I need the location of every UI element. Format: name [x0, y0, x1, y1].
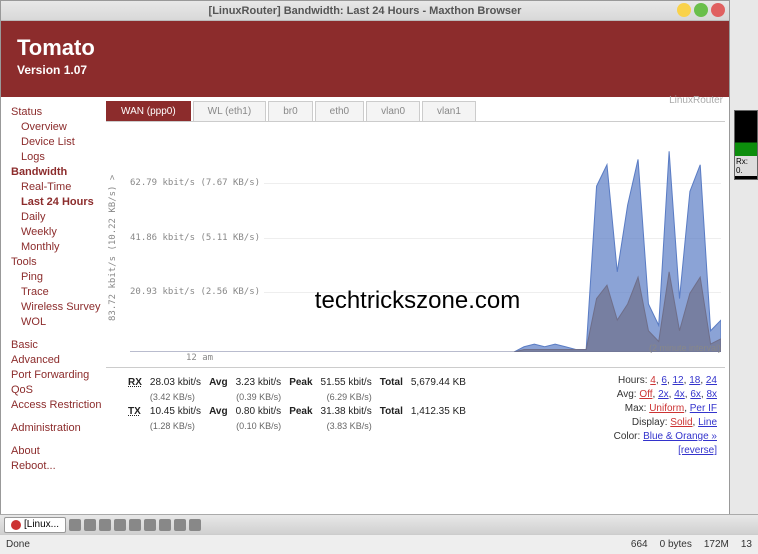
app-version: Version 1.07: [17, 63, 713, 77]
bandwidth-chart: 83.72 kbit/s (10.22 KB/s) > 20.93 kbit/s…: [106, 128, 725, 368]
status-mem: 172M: [704, 539, 729, 550]
taskbar-item[interactable]: [Linux...: [4, 517, 66, 533]
control-option[interactable]: Uniform: [649, 403, 684, 414]
minimize-icon[interactable]: [677, 3, 691, 17]
reverse-link[interactable]: [reverse]: [678, 445, 717, 456]
sidebar-item[interactable]: Access Restriction: [11, 398, 106, 413]
bandwidth-widget[interactable]: Rx: 0.: [734, 110, 758, 180]
sidebar-item[interactable]: Weekly: [11, 225, 106, 240]
sidebar-item[interactable]: Tools: [11, 255, 106, 270]
control-option[interactable]: Off: [639, 389, 652, 400]
sidebar-item[interactable]: Reboot...: [11, 459, 106, 474]
status-count: 664: [631, 539, 648, 550]
iface-tab[interactable]: eth0: [315, 101, 364, 121]
control-option[interactable]: 2x: [658, 389, 669, 400]
iface-tab[interactable]: WL (eth1): [193, 101, 267, 121]
status-done: Done: [6, 539, 30, 550]
sidebar-item[interactable]: Device List: [11, 135, 106, 150]
control-option[interactable]: 4: [650, 375, 656, 386]
browser-icon: [11, 520, 21, 530]
status-bytes: 0 bytes: [660, 539, 692, 550]
app-header: Tomato Version 1.07: [1, 21, 729, 97]
sidebar-item[interactable]: Real-Time: [11, 180, 106, 195]
tray-icon[interactable]: [69, 519, 81, 531]
x-axis-label: 12 am: [186, 353, 213, 363]
taskbar[interactable]: [Linux...: [0, 514, 758, 534]
iface-tab[interactable]: vlan0: [366, 101, 420, 121]
tray-icon[interactable]: [114, 519, 126, 531]
control-option[interactable]: Solid: [670, 417, 692, 428]
iface-tab[interactable]: WAN (ppp0): [106, 101, 191, 121]
tray-icon[interactable]: [84, 519, 96, 531]
sidebar-item[interactable]: Ping: [11, 270, 106, 285]
sidebar-item[interactable]: Administration: [11, 421, 106, 436]
sidebar-item[interactable]: Logs: [11, 150, 106, 165]
sidebar-item[interactable]: Status: [11, 105, 106, 120]
tray-icon[interactable]: [144, 519, 156, 531]
tray-icon[interactable]: [174, 519, 186, 531]
control-option[interactable]: 12: [673, 375, 684, 386]
sidebar-item[interactable]: Monthly: [11, 240, 106, 255]
router-name: LinuxRouter: [669, 95, 723, 106]
y-axis-label: 83.72 kbit/s (10.22 KB/s) >: [108, 128, 122, 367]
widget-rx: Rx: 0.: [735, 156, 757, 176]
chart-controls: Hours: 4, 6, 12, 18, 24Avg: Off, 2x, 4x,…: [614, 374, 725, 458]
sidebar-item[interactable]: Advanced: [11, 353, 106, 368]
sidebar: StatusOverviewDevice ListLogsBandwidthRe…: [1, 97, 106, 535]
widget-graph-icon: [735, 111, 757, 156]
control-option[interactable]: 6x: [690, 389, 701, 400]
sidebar-item[interactable]: Daily: [11, 210, 106, 225]
tray-icon[interactable]: [159, 519, 171, 531]
close-icon[interactable]: [711, 3, 725, 17]
control-option[interactable]: 18: [689, 375, 700, 386]
status-n: 13: [741, 539, 752, 550]
tray-icon[interactable]: [99, 519, 111, 531]
sidebar-item[interactable]: Port Forwarding: [11, 368, 106, 383]
window-title: [LinuxRouter] Bandwidth: Last 24 Hours -…: [209, 5, 522, 17]
interval-note: (2 minute interval): [649, 343, 721, 353]
control-option[interactable]: 4x: [674, 389, 685, 400]
sidebar-item[interactable]: Wireless Survey: [11, 300, 106, 315]
iface-tab[interactable]: br0: [268, 101, 312, 121]
sidebar-item[interactable]: About: [11, 444, 106, 459]
tray-icon[interactable]: [129, 519, 141, 531]
sidebar-item[interactable]: Basic: [11, 338, 106, 353]
sidebar-item[interactable]: Last 24 Hours: [11, 195, 106, 210]
sidebar-item[interactable]: Trace: [11, 285, 106, 300]
sidebar-item[interactable]: Overview: [11, 120, 106, 135]
control-option[interactable]: 24: [706, 375, 717, 386]
statusbar: Done 664 0 bytes 172M 13: [0, 534, 758, 554]
stats-table: RX28.03 kbit/sAvg3.23 kbit/sPeak51.55 kb…: [126, 374, 474, 458]
sidebar-item[interactable]: Bandwidth: [11, 165, 106, 180]
control-option[interactable]: Blue & Orange »: [643, 431, 717, 442]
maximize-icon[interactable]: [694, 3, 708, 17]
control-option[interactable]: Line: [698, 417, 717, 428]
iface-tabs: WAN (ppp0)WL (eth1)br0eth0vlan0vlan1: [106, 101, 725, 122]
main-panel: LinuxRouter WAN (ppp0)WL (eth1)br0eth0vl…: [106, 97, 729, 535]
sidebar-item[interactable]: WOL: [11, 315, 106, 330]
iface-tab[interactable]: vlan1: [422, 101, 476, 121]
control-option[interactable]: Per IF: [690, 403, 717, 414]
control-option[interactable]: 8x: [706, 389, 717, 400]
app-name: Tomato: [17, 35, 713, 61]
titlebar[interactable]: [LinuxRouter] Bandwidth: Last 24 Hours -…: [1, 1, 729, 21]
control-option[interactable]: 6: [661, 375, 667, 386]
sidebar-item[interactable]: QoS: [11, 383, 106, 398]
tray-icon[interactable]: [189, 519, 201, 531]
